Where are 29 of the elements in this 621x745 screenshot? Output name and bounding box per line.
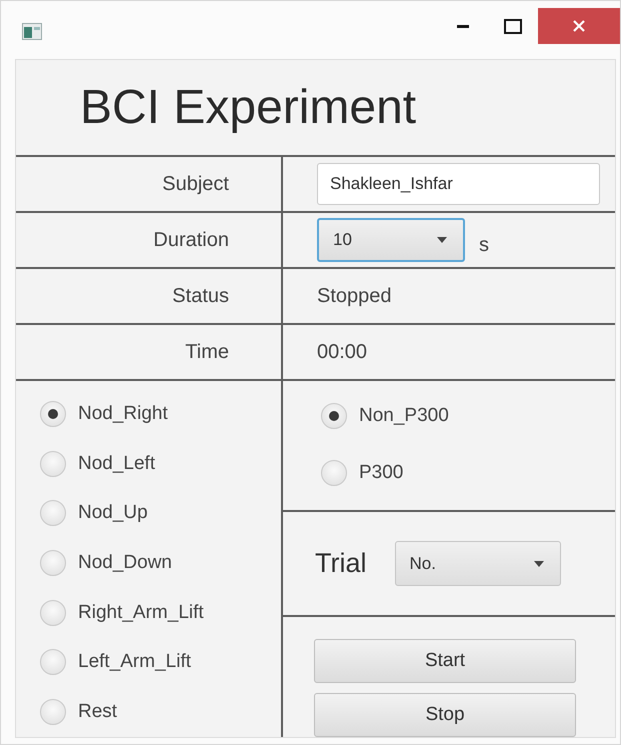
duration-dropdown[interactable]: 10 <box>317 218 465 262</box>
field-value: 00:00 <box>317 340 368 364</box>
movement-radio[interactable]: Nod_Right <box>40 393 281 435</box>
subject-field[interactable]: Shakleen_Ishfar <box>317 163 600 205</box>
field-label: Time <box>16 325 283 379</box>
mode-radio[interactable]: P300 <box>321 452 615 494</box>
close-icon <box>572 19 586 33</box>
movement-radio[interactable]: Rest <box>40 690 281 733</box>
caret-icon <box>437 237 447 243</box>
movement-radio[interactable]: Left_Arm_Lift <box>40 641 281 684</box>
movement-radio[interactable]: Right_Arm_Lift <box>40 592 281 634</box>
field-label: Subject <box>16 157 283 211</box>
trial-label: Trial <box>315 548 366 579</box>
mode-radio[interactable]: Non_P300 <box>321 394 615 437</box>
trial-dropdown[interactable]: No. <box>394 541 560 586</box>
field-value: Stopped <box>317 284 392 308</box>
field-label: Status <box>16 269 283 323</box>
stop-button[interactable]: Stop <box>314 693 576 737</box>
app-icon <box>22 23 42 40</box>
minimize-icon <box>457 24 469 28</box>
movement-radio[interactable]: Nod_Up <box>40 492 281 534</box>
start-button[interactable]: Start <box>314 639 576 683</box>
movement-radio[interactable]: Nod_Down <box>40 542 281 584</box>
field-label: Duration <box>16 213 283 267</box>
unit-label: s <box>479 234 489 256</box>
maximize-icon <box>504 18 522 34</box>
caret-icon <box>534 560 544 566</box>
movement-radio[interactable]: Nod_Left <box>40 442 281 485</box>
app-heading: BCI Experiment <box>79 80 418 136</box>
